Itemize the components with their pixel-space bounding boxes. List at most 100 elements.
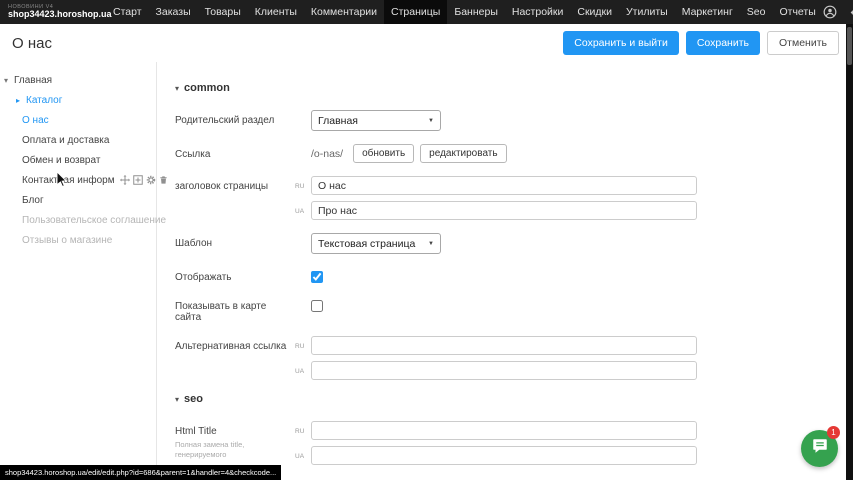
save-button[interactable]: Сохранить bbox=[686, 31, 760, 55]
menu-item-settings[interactable]: Настройки bbox=[505, 0, 571, 24]
link-value: /o-nas/ bbox=[311, 144, 343, 160]
field-label: Альтернативная ссылка bbox=[175, 336, 295, 380]
pages-tree-sidebar: ▾ Главная ▸ Каталог О нас Оплата и доста… bbox=[0, 62, 157, 480]
sidebar-item-label: Каталог bbox=[26, 95, 62, 106]
scrollbar-thumb[interactable] bbox=[847, 27, 852, 65]
chevron-down-icon[interactable]: ▾ bbox=[175, 395, 179, 404]
chat-badge: 1 bbox=[827, 426, 840, 439]
alt-link-ua-input[interactable] bbox=[311, 361, 697, 380]
move-icon[interactable] bbox=[120, 175, 130, 185]
page-title-ua-input[interactable] bbox=[311, 201, 697, 220]
sidebar-item-reviews[interactable]: Отзывы о магазине bbox=[0, 230, 156, 250]
menu-item-utilities[interactable]: Утилиты bbox=[619, 0, 675, 24]
menu-item-discounts[interactable]: Скидки bbox=[570, 0, 619, 24]
sidebar-item-exchange-return[interactable]: Обмен и возврат bbox=[0, 150, 156, 170]
page-title-row: заголовок страницы RU UA bbox=[175, 176, 853, 220]
chat-icon bbox=[811, 437, 829, 460]
field-label: Шаблон bbox=[175, 233, 295, 254]
add-page-icon[interactable] bbox=[133, 175, 143, 185]
parent-section-select[interactable]: Главная ▼ bbox=[311, 110, 441, 131]
menu-item-comments[interactable]: Комментарии bbox=[304, 0, 384, 24]
lang-label-ua: UA bbox=[295, 446, 311, 460]
sidebar-item-label: Главная bbox=[14, 75, 52, 86]
gear-icon[interactable] bbox=[146, 175, 156, 185]
menu-item-pages[interactable]: Страницы bbox=[384, 0, 447, 24]
field-label-text: Html Title bbox=[175, 426, 295, 437]
header-actions: Сохранить и выйти Сохранить Отменить bbox=[563, 31, 839, 55]
sitemap-checkbox[interactable] bbox=[311, 300, 323, 312]
html-title-ua-input[interactable] bbox=[311, 446, 697, 465]
brand-domain: shop34423.horoshop.ua bbox=[8, 10, 96, 20]
brand: НОВОВИНИ V4 shop34423.horoshop.ua bbox=[0, 2, 106, 22]
sidebar-item-label: Контактная информ bbox=[22, 175, 115, 186]
sidebar-item-home[interactable]: ▾ Главная bbox=[0, 70, 156, 90]
menu-item-seo[interactable]: Seo bbox=[740, 0, 773, 24]
sidebar-item-payment-delivery[interactable]: Оплата и доставка bbox=[0, 130, 156, 150]
edit-link-button[interactable]: редактировать bbox=[420, 144, 506, 163]
sidebar-item-label: Обмен и возврат bbox=[22, 155, 100, 166]
alt-link-row: Альтернативная ссылка RU UA bbox=[175, 336, 853, 380]
display-row: Отображать bbox=[175, 267, 853, 283]
page-header: О нас Сохранить и выйти Сохранить Отмени… bbox=[0, 24, 853, 62]
logout-icon[interactable] bbox=[849, 6, 853, 19]
cancel-button[interactable]: Отменить bbox=[767, 31, 839, 55]
lang-label-ru: RU bbox=[295, 421, 311, 435]
section-seo-header[interactable]: ▾ seo bbox=[175, 393, 853, 405]
menu-item-reports[interactable]: Отчеты bbox=[772, 0, 822, 24]
chevron-down-icon[interactable]: ▾ bbox=[4, 76, 14, 85]
field-label: Показывать в карте сайта bbox=[175, 296, 295, 323]
field-label: Ссылка bbox=[175, 144, 295, 163]
account-icon[interactable] bbox=[823, 5, 837, 19]
section-title: seo bbox=[184, 393, 203, 405]
section-title: common bbox=[184, 82, 230, 94]
page: НОВОВИНИ V4 shop34423.horoshop.ua Старт … bbox=[0, 0, 853, 480]
html-title-ru-input[interactable] bbox=[311, 421, 697, 440]
menu-item-products[interactable]: Товары bbox=[198, 0, 248, 24]
field-label: Родительский раздел bbox=[175, 110, 295, 131]
sidebar-item-label: Оплата и доставка bbox=[22, 135, 109, 146]
sidebar-item-label: Пользовательское соглашение bbox=[22, 215, 166, 226]
chevron-right-icon[interactable]: ▸ bbox=[16, 96, 26, 105]
field-label: заголовок страницы bbox=[175, 176, 295, 220]
update-link-button[interactable]: обновить bbox=[353, 144, 414, 163]
chevron-down-icon: ▼ bbox=[428, 118, 434, 124]
sidebar-item-label: Блог bbox=[22, 195, 44, 206]
scrollbar[interactable] bbox=[846, 24, 853, 480]
page-title-ru-input[interactable] bbox=[311, 176, 697, 195]
template-row: Шаблон Текстовая страница ▼ bbox=[175, 233, 853, 254]
sidebar-item-catalog[interactable]: ▸ Каталог bbox=[0, 90, 156, 110]
sidebar-item-label: Отзывы о магазине bbox=[22, 235, 112, 246]
sidebar-item-about[interactable]: О нас bbox=[0, 110, 156, 130]
lang-label-ru: RU bbox=[295, 336, 311, 350]
save-and-exit-button[interactable]: Сохранить и выйти bbox=[563, 31, 679, 55]
field-hint: Полная замена title, генерируемого bbox=[175, 440, 295, 460]
menu-item-clients[interactable]: Клиенты bbox=[248, 0, 304, 24]
sidebar-item-contact-info[interactable]: Контактная информ bbox=[0, 170, 156, 190]
chevron-down-icon: ▼ bbox=[428, 241, 434, 247]
content: ▾ Главная ▸ Каталог О нас Оплата и доста… bbox=[0, 62, 853, 480]
section-common-header[interactable]: ▾ common bbox=[175, 82, 853, 94]
lang-label-ua: UA bbox=[295, 201, 311, 215]
menu-item-marketing[interactable]: Маркетинг bbox=[675, 0, 740, 24]
menu-item-orders[interactable]: Заказы bbox=[149, 0, 198, 24]
parent-section-row: Родительский раздел Главная ▼ bbox=[175, 110, 853, 131]
display-checkbox[interactable] bbox=[311, 271, 323, 283]
alt-link-ru-input[interactable] bbox=[311, 336, 697, 355]
lang-label-ua: UA bbox=[295, 361, 311, 375]
chat-widget[interactable]: 1 bbox=[801, 430, 838, 467]
field-label: Html Title Полная замена title, генериру… bbox=[175, 421, 295, 465]
sidebar-item-user-agreement[interactable]: Пользовательское соглашение bbox=[0, 210, 156, 230]
field-label: Отображать bbox=[175, 267, 295, 283]
menu-item-start[interactable]: Старт bbox=[106, 0, 149, 24]
sidebar-item-blog[interactable]: Блог bbox=[0, 190, 156, 210]
status-url: shop34423.horoshop.ua/edit/edit.php?id=6… bbox=[0, 465, 281, 480]
chevron-down-icon[interactable]: ▾ bbox=[175, 84, 179, 93]
html-title-row: Html Title Полная замена title, генериру… bbox=[175, 421, 853, 465]
topbar-icons bbox=[823, 5, 853, 19]
selected-value: Главная bbox=[318, 115, 358, 127]
template-select[interactable]: Текстовая страница ▼ bbox=[311, 233, 441, 254]
main-menu: Старт Заказы Товары Клиенты Комментарии … bbox=[106, 0, 823, 24]
menu-item-banners[interactable]: Баннеры bbox=[447, 0, 505, 24]
topbar: НОВОВИНИ V4 shop34423.horoshop.ua Старт … bbox=[0, 0, 853, 24]
sitemap-row: Показывать в карте сайта bbox=[175, 296, 853, 323]
